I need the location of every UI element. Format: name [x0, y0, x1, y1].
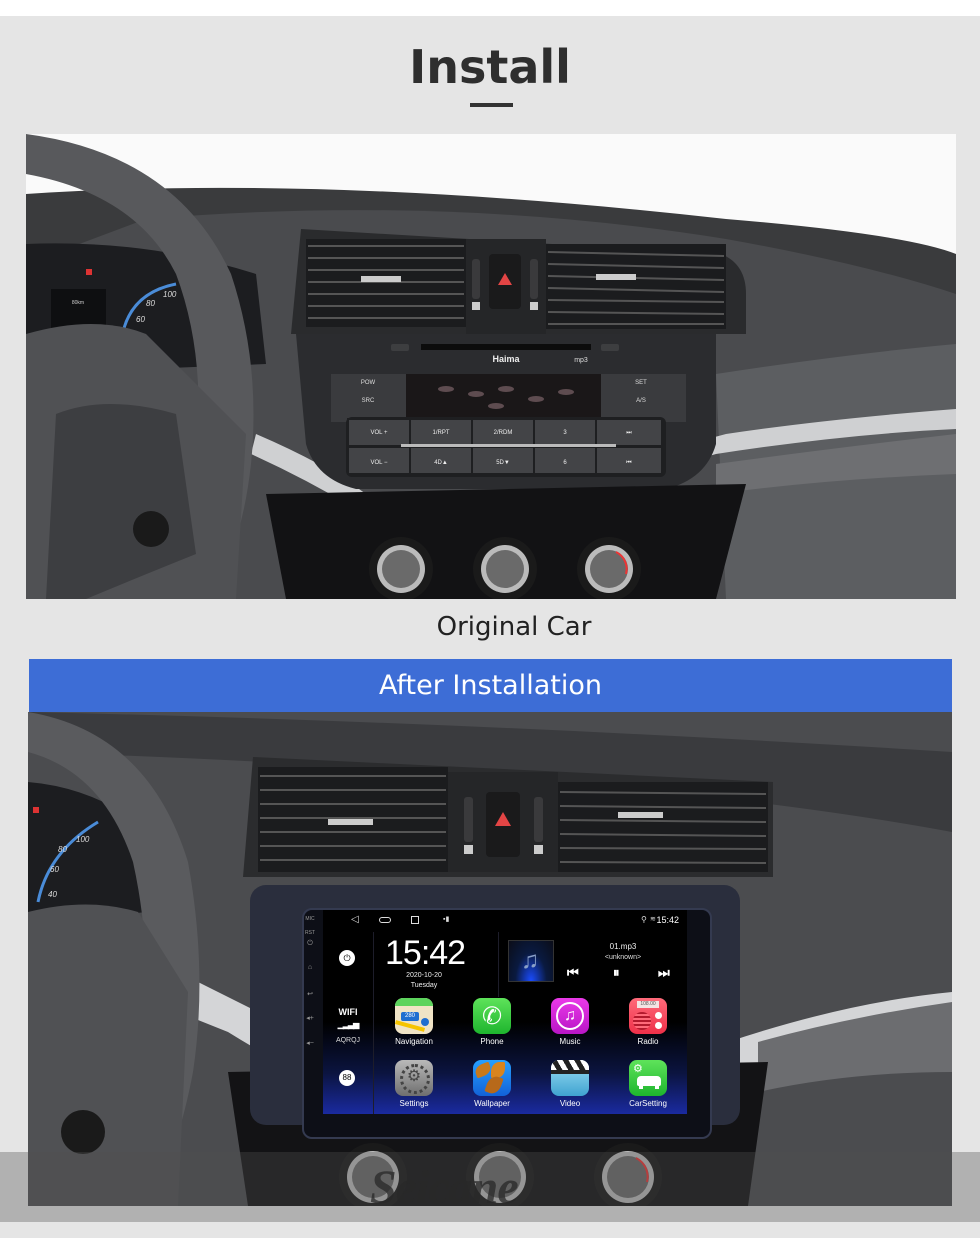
wifi-status-icon: ≋	[650, 916, 656, 923]
android-screen: ◁ ▪▮ ⚲ ≋ 15:42 ⏻ WIFI ▁▂▃▅ AQRQJ 88 15:4…	[323, 910, 687, 1114]
pause-button[interactable]: ⏸	[613, 965, 620, 981]
radio-btn-vol-down: VOL −	[371, 460, 388, 466]
radio-btn-4: 4D▲	[434, 460, 448, 466]
app-label: Navigation	[395, 1037, 433, 1046]
app-video[interactable]: Video	[542, 1060, 598, 1108]
app-label: CarSetting	[629, 1099, 667, 1108]
after-installation-banner: After Installation	[29, 659, 952, 712]
page-title: Install	[409, 40, 571, 94]
radio-src-label: SRC	[362, 398, 375, 404]
app-label: Radio	[637, 1037, 659, 1046]
hazard-button-installed	[448, 772, 558, 872]
widget-divider	[498, 932, 499, 997]
track-title: 01.mp3	[609, 942, 637, 951]
app-carsetting[interactable]: ⚙ CarSetting	[620, 1060, 676, 1108]
status-time: 15:42	[656, 915, 679, 925]
clock-day: Tuesday	[410, 982, 438, 989]
radio-btn-prev: ⏮	[626, 460, 632, 466]
speed-tick-60-installed: 60	[50, 865, 59, 874]
watermark-logo: Seicane	[370, 1161, 519, 1214]
app-label: Phone	[480, 1037, 504, 1046]
radio-icon: 108.00	[629, 998, 667, 1034]
hw-home-icon[interactable]: ⌂	[305, 964, 315, 971]
location-icon: ⚲	[641, 915, 647, 924]
radio-btn-2: 2/RDM	[494, 430, 513, 436]
wifi-signal-icon: ▁▂▃▅	[337, 1020, 360, 1029]
music-note-icon: ♫	[521, 947, 539, 974]
hw-back-icon[interactable]: ↩	[305, 990, 315, 998]
original-radio-panel: POW SRC SET A/S Haima mp3 VOL + 1/RPT 2/…	[296, 334, 716, 489]
app-wallpaper[interactable]: Wallpaper	[464, 1060, 520, 1108]
radio-btn-vol-up: VOL +	[371, 430, 388, 436]
status-bar: ◁ ▪▮ ⚲ ≋ 15:42	[323, 910, 687, 932]
app-navigation[interactable]: 280 Navigation	[386, 998, 442, 1046]
car-setting-icon: ⚙	[629, 1060, 667, 1096]
nav-recents-icon[interactable]	[411, 916, 419, 924]
speed-tick-80: 80	[146, 299, 155, 308]
ac-knobs	[369, 537, 641, 599]
app-label: Settings	[399, 1099, 429, 1108]
speed-tick-60: 60	[136, 315, 145, 324]
nav-home-icon[interactable]	[379, 917, 391, 923]
radio-btn-5: 5D▼	[496, 460, 510, 466]
air-vent-right	[546, 244, 726, 329]
hw-volume-down-icon[interactable]: ◂−	[305, 1039, 315, 1047]
music-icon: ♫	[551, 998, 589, 1034]
wallpaper-icon	[473, 1060, 511, 1096]
clock-time: 15:42	[385, 934, 466, 972]
navigation-icon: 280	[395, 998, 433, 1034]
hw-volume-up-icon[interactable]: ◂+	[305, 1014, 315, 1022]
power-button[interactable]: ⏻	[339, 950, 355, 966]
app-music[interactable]: ♫ Music	[542, 998, 598, 1046]
air-vent-right-installed	[558, 782, 768, 872]
original-car-caption: Original Car	[436, 612, 592, 642]
app-label: Music	[559, 1037, 581, 1046]
original-car-photo: POW SRC SET A/S Haima mp3 VOL + 1/RPT 2/…	[26, 134, 956, 599]
app-label: Wallpaper	[474, 1099, 510, 1108]
hazard-button	[466, 239, 546, 334]
clock-date: 2020-10-20	[406, 972, 442, 979]
app-phone[interactable]: ✆ Phone	[464, 998, 520, 1046]
radio-btn-1: 1/RPT	[432, 430, 449, 436]
prev-track-button[interactable]: ⏮	[567, 965, 579, 981]
radio-brand: Haima	[492, 354, 520, 364]
speed-tick-40-installed: 40	[48, 890, 57, 899]
air-vent-left	[306, 239, 466, 327]
app-label: Video	[559, 1099, 581, 1108]
radio-pow-label: POW	[361, 380, 376, 386]
radio-as-label: A/S	[636, 398, 646, 404]
nav-back-icon[interactable]: ◁	[351, 914, 359, 926]
radio-freq: 108.00	[637, 1001, 659, 1008]
radio-set-label: SET	[635, 380, 647, 386]
odometer: 80km	[72, 300, 84, 306]
reset-button[interactable]: RST	[305, 930, 315, 936]
wifi-label: WIFI	[338, 1007, 358, 1017]
track-artist: <unknown>	[604, 954, 642, 961]
air-vent-left-installed	[258, 767, 448, 872]
wifi-ssid[interactable]: AQRQJ	[323, 1037, 373, 1044]
speed-tick-80-installed: 80	[58, 845, 67, 854]
app-settings[interactable]: ⚙ Settings	[386, 1060, 442, 1108]
speed-tick-100-installed: 100	[76, 835, 90, 844]
mic-label: MIC	[305, 916, 315, 922]
video-icon	[551, 1060, 589, 1096]
hw-power-icon[interactable]: ⏻	[305, 940, 315, 948]
app-drawer-button[interactable]: 88	[339, 1070, 355, 1086]
route-shield: 280	[401, 1012, 419, 1021]
phone-icon: ✆	[473, 998, 511, 1034]
app-radio[interactable]: 108.00 Radio	[620, 998, 676, 1046]
notification-icons: ▪▮	[443, 916, 450, 923]
next-track-button[interactable]: ⏭	[658, 965, 670, 981]
left-column: ⏻ WIFI ▁▂▃▅ AQRQJ 88	[323, 932, 374, 1114]
album-art[interactable]: ♫	[508, 940, 554, 982]
speed-tick-100: 100	[163, 290, 177, 299]
radio-btn-next: ⏭	[626, 430, 632, 436]
settings-icon: ⚙	[395, 1060, 433, 1096]
mp3-badge: mp3	[574, 357, 588, 364]
title-underline	[470, 103, 513, 107]
